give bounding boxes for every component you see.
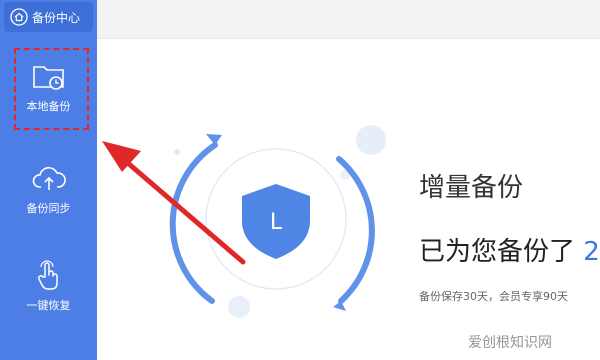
backup-count-value: 2	[583, 237, 600, 267]
watermark: 爱创根知识网	[468, 335, 552, 351]
hand-pointer-icon	[37, 260, 58, 290]
selection-highlight-box	[14, 48, 89, 130]
top-bar	[97, 0, 600, 39]
cloud-upload-icon	[32, 167, 66, 190]
sidebar-item-local-backup[interactable]: 本地备份	[0, 48, 97, 130]
backup-center-label: 备份中心	[32, 10, 81, 25]
page-title: 增量备份	[419, 173, 524, 203]
backup-count-line: 已为您备份了 2	[419, 231, 600, 268]
backup-center-tab[interactable]: 备份中心	[4, 2, 93, 32]
sidebar-item-one-click-restore[interactable]: 一键恢复	[0, 247, 97, 327]
main-panel: L 增量备份 已为您备份了 2 备份保存30天，会员专享90天	[97, 39, 600, 360]
sidebar-item-label: 备份同步	[26, 202, 71, 215]
shield-letter: L	[270, 210, 283, 235]
sidebar: 备份中心 本地备份 备份同步 一键恢复	[0, 0, 97, 360]
retention-description: 备份保存30天，会员专享90天	[419, 290, 568, 303]
sidebar-item-label: 一键恢复	[26, 299, 71, 312]
home-icon	[10, 8, 28, 26]
sidebar-item-backup-sync[interactable]: 备份同步	[0, 150, 97, 230]
backup-count-prefix: 已为您备份了	[419, 237, 576, 267]
incremental-backup-illustration: L	[169, 125, 386, 318]
